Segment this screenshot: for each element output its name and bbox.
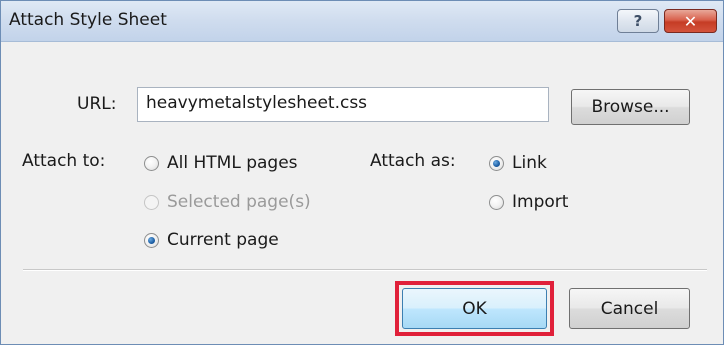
radio-current-page[interactable]: Current page — [144, 230, 279, 250]
title-bar[interactable]: Attach Style Sheet ? ✕ — [1, 1, 723, 42]
radio-all-html-pages[interactable]: All HTML pages — [144, 153, 298, 173]
attach-as-label: Attach as: — [370, 151, 456, 171]
radio-button[interactable] — [144, 232, 159, 248]
radio-selected-pages: Selected page(s) — [144, 192, 311, 212]
attach-style-sheet-dialog: Attach Style Sheet ? ✕ URL: heavymetalst… — [0, 0, 724, 345]
close-button[interactable]: ✕ — [664, 9, 717, 33]
browse-button[interactable]: Browse... — [571, 89, 690, 125]
radio-button[interactable] — [144, 155, 159, 171]
radio-label: Link — [512, 153, 547, 173]
radio-button[interactable] — [489, 194, 504, 210]
radio-button[interactable] — [489, 155, 504, 171]
attach-to-label: Attach to: — [22, 151, 106, 171]
cancel-button[interactable]: Cancel — [569, 288, 690, 329]
question-mark-icon: ? — [633, 12, 643, 30]
separator — [23, 269, 707, 271]
radio-label: Selected page(s) — [167, 192, 311, 212]
ok-button[interactable]: OK — [402, 288, 547, 329]
close-icon: ✕ — [683, 11, 698, 31]
radio-label: Import — [512, 192, 569, 212]
url-label: URL: — [77, 94, 117, 114]
radio-link[interactable]: Link — [489, 153, 547, 173]
dialog-title: Attach Style Sheet — [9, 10, 167, 30]
radio-import[interactable]: Import — [489, 192, 568, 212]
radio-label: All HTML pages — [167, 153, 298, 173]
radio-label: Current page — [167, 230, 279, 250]
radio-button — [144, 194, 159, 210]
help-button[interactable]: ? — [617, 9, 659, 33]
url-input[interactable]: heavymetalstylesheet.css — [137, 87, 549, 122]
